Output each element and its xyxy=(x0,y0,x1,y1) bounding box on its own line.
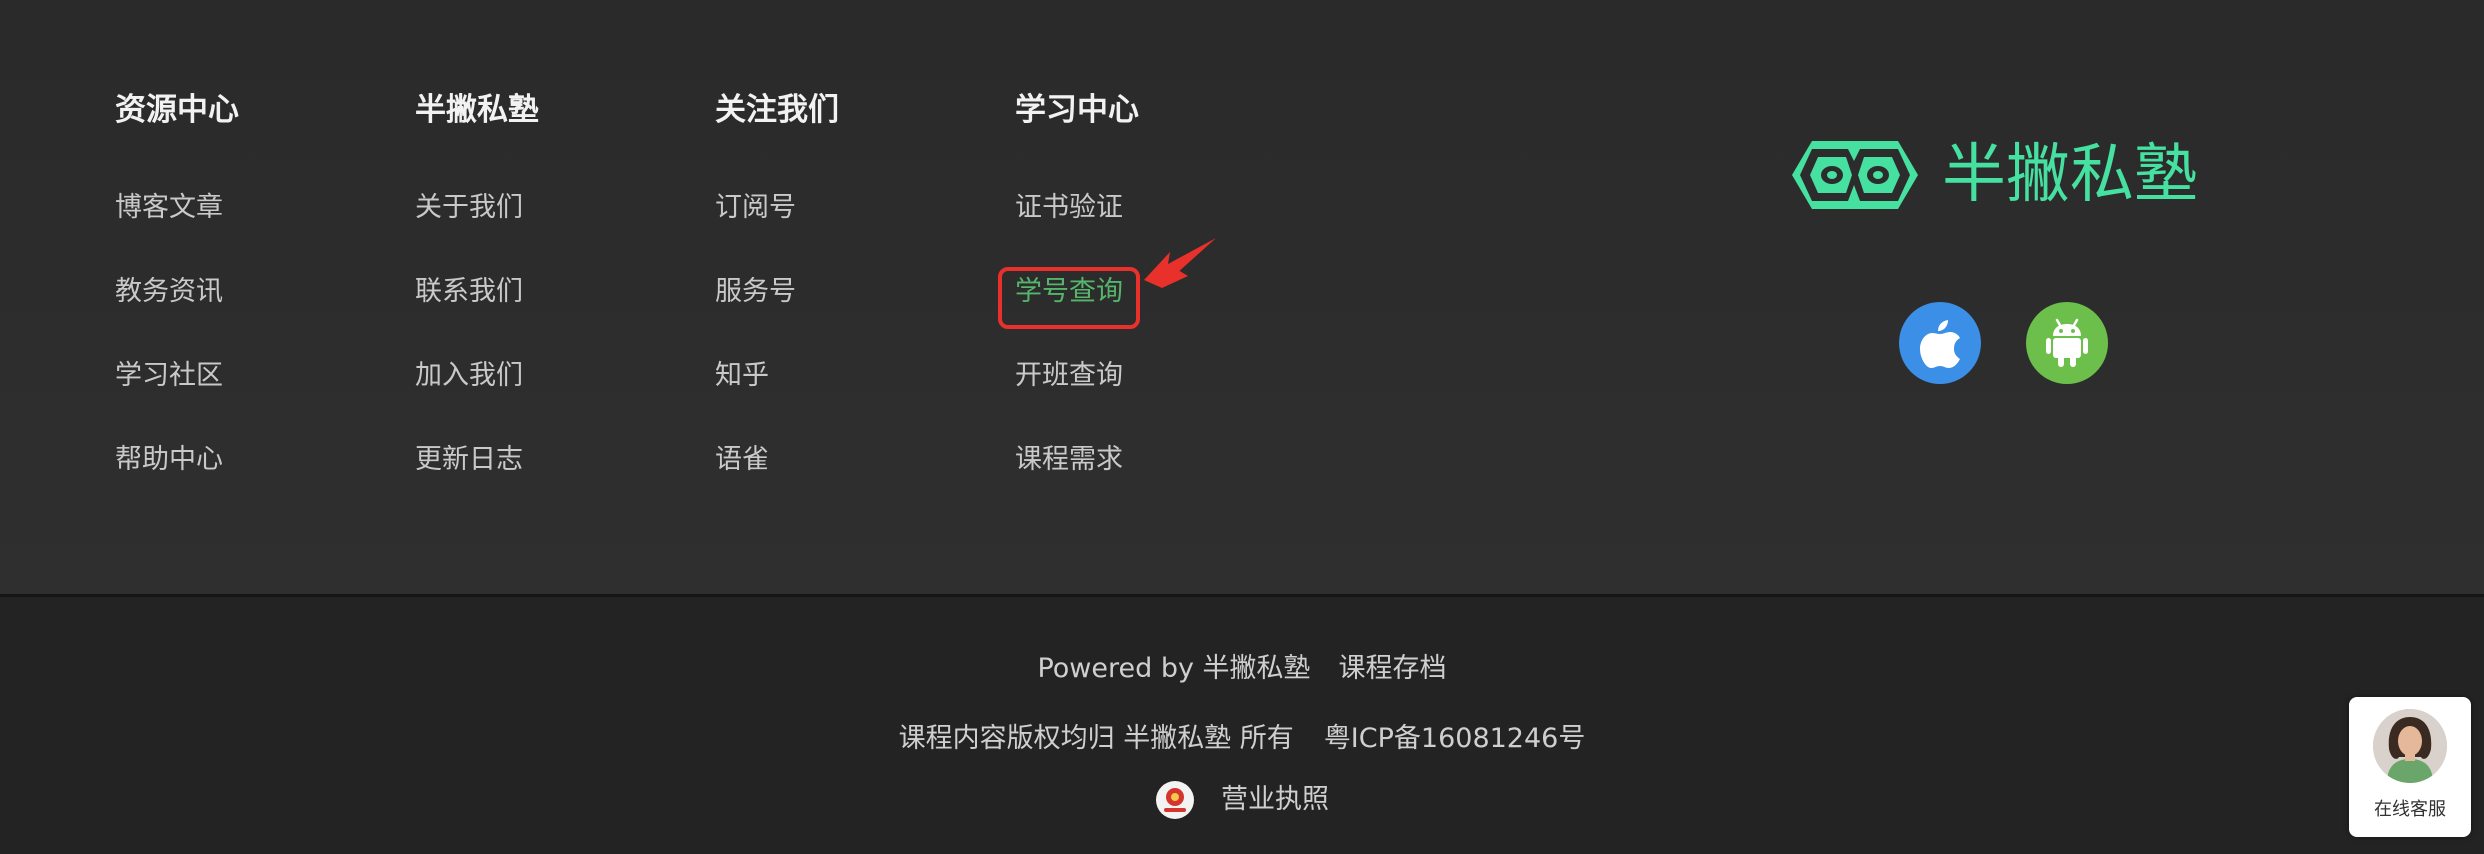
footer-link-zhihu[interactable]: 知乎 xyxy=(715,354,769,398)
customer-service-label: 在线客服 xyxy=(2374,799,2446,820)
agent-avatar xyxy=(2373,709,2447,783)
footer-link-join[interactable]: 加入我们 xyxy=(415,354,523,398)
brand[interactable]: 半撇私塾 xyxy=(1790,130,2198,220)
footer-link-help[interactable]: 帮助中心 xyxy=(115,438,223,482)
customer-service-widget[interactable]: 在线客服 xyxy=(2349,697,2471,837)
emblem-icon xyxy=(1155,780,1195,820)
footer-license-line: 营业执照 xyxy=(0,777,2484,821)
highlight-box xyxy=(998,267,1140,329)
footer-column-company: 半撇私塾 关于我们 联系我们 加入我们 更新日志 xyxy=(415,86,675,475)
column-title: 半撇私塾 xyxy=(415,92,539,128)
footer-links-section: 资源中心 博客文章 教务资讯 学习社区 帮助中心 半撇私塾 关于我们 联系我们 … xyxy=(0,0,2484,594)
footer-link-yuque[interactable]: 语雀 xyxy=(715,438,769,482)
column-title: 资源中心 xyxy=(115,92,239,128)
business-license-link[interactable]: 营业执照 xyxy=(1221,778,1329,822)
footer-link-changelog[interactable]: 更新日志 xyxy=(415,438,523,482)
column-title: 学习中心 xyxy=(1015,92,1139,128)
footer-link-certificate[interactable]: 证书验证 xyxy=(1015,186,1123,230)
column-title: 关注我们 xyxy=(715,92,839,128)
archive-link[interactable]: 课程存档 xyxy=(1339,649,1447,689)
owl-mask-logo-icon xyxy=(1792,141,1918,209)
android-icon xyxy=(2046,318,2088,367)
brand-name: 半撇私塾 xyxy=(1942,138,2198,212)
footer-link-news[interactable]: 教务资讯 xyxy=(115,270,223,314)
android-app-button[interactable] xyxy=(2026,302,2108,384)
footer-link-community[interactable]: 学习社区 xyxy=(115,354,223,398)
pointer-arrow-icon xyxy=(1144,238,1216,288)
footer-column-learning: 学习中心 证书验证 学号查询 开班查询 课程需求 xyxy=(1015,86,1275,475)
footer-bottom-section: Powered by 半撇私塾 课程存档 课程内容版权均归 半撇私塾 所有 粤ICP… xyxy=(0,597,2484,854)
footer-link-subscription[interactable]: 订阅号 xyxy=(715,186,796,230)
ios-app-button[interactable] xyxy=(1899,302,1981,384)
footer-link-blog[interactable]: 博客文章 xyxy=(115,186,223,230)
footer-column-resources: 资源中心 博客文章 教务资讯 学习社区 帮助中心 xyxy=(115,86,375,475)
footer-link-course-request[interactable]: 课程需求 xyxy=(1015,438,1123,482)
footer-copyright-line: 课程内容版权均归 半撇私塾 所有 粤ICP备16081246号 xyxy=(0,719,2484,759)
footer-link-service-account[interactable]: 服务号 xyxy=(715,270,796,314)
footer-link-class-query[interactable]: 开班查询 xyxy=(1015,354,1123,398)
icp-link[interactable]: 粤ICP备16081246号 xyxy=(1324,719,1586,759)
copyright-text: 课程内容版权均归 半撇私塾 所有 xyxy=(898,723,1294,754)
footer-powered-line: Powered by 半撇私塾 课程存档 xyxy=(0,649,2484,689)
footer-link-contact[interactable]: 联系我们 xyxy=(415,270,523,314)
footer-link-about[interactable]: 关于我们 xyxy=(415,186,523,230)
powered-by-link[interactable]: Powered by 半撇私塾 xyxy=(1037,649,1310,689)
footer-column-follow: 关注我们 订阅号 服务号 知乎 语雀 xyxy=(715,86,975,475)
footer-page: 资源中心 博客文章 教务资讯 学习社区 帮助中心 半撇私塾 关于我们 联系我们 … xyxy=(0,0,2484,854)
apple-icon xyxy=(1920,320,1960,368)
